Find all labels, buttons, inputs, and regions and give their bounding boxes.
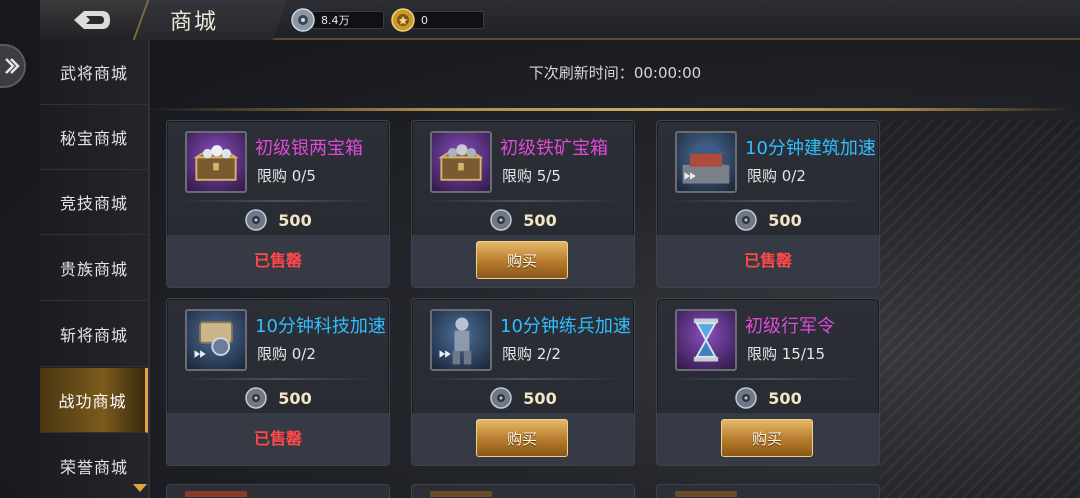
price-value: 500 [768, 210, 802, 230]
refresh-timer: 下次刷新时间：00:00:00 [150, 62, 1080, 90]
merit-coin-icon [245, 387, 268, 409]
scroll-down-arrow-icon[interactable] [132, 482, 148, 494]
sold-out-label: 已售罄 [743, 251, 792, 270]
sidebar-item-label: 秘宝商城 [59, 129, 128, 148]
item-price: 500 [657, 207, 879, 233]
card-action-area: 已售罄 [167, 413, 389, 465]
card-action-area: 已售罄 [167, 235, 389, 287]
shop-card: 10分钟练兵加速 限购 2/2 500 购买 [411, 298, 635, 466]
item-price: 500 [167, 207, 389, 233]
gold-amount: 0 [412, 11, 484, 29]
item-name: 10分钟练兵加速 [500, 316, 631, 337]
sidebar-item-arena-shop[interactable]: 竞技商城 [40, 170, 148, 235]
card-divider [424, 200, 622, 202]
shop-sidebar: 武将商城 秘宝商城 竞技商城 贵族商城 斩将商城 战功商城 荣誉商城 [40, 40, 150, 498]
price-value: 500 [523, 388, 557, 408]
refresh-label: 下次刷新时间： [528, 64, 634, 82]
sidebar-item-merit-shop[interactable]: 战功商城 [40, 368, 148, 433]
double-chevron-right-icon [5, 58, 20, 74]
item-name: 10分钟科技加速 [255, 316, 386, 337]
shop-card: 初级银两宝箱 限购 0/5 500 已售罄 [166, 120, 390, 288]
shop-card-partial [166, 484, 390, 498]
purchase-limit: 限购 15/15 [747, 345, 825, 363]
sidebar-item-label: 战功商城 [58, 392, 127, 411]
silver-amount: 8.4万 [312, 11, 384, 29]
item-name: 初级行军令 [745, 316, 835, 337]
shop-card-partial [656, 484, 880, 498]
gold-medal-icon [391, 8, 415, 32]
buy-button[interactable]: 购买 [476, 241, 568, 279]
gold-resource: 0 [390, 8, 484, 32]
shop-card-partial [411, 484, 635, 498]
shop-card: 初级铁矿宝箱 限购 5/5 500 购买 [411, 120, 635, 288]
price-value: 500 [278, 210, 312, 230]
sidebar-item-general-shop[interactable]: 武将商城 [40, 40, 148, 105]
item-icon-partial [675, 491, 737, 497]
purchase-limit: 限购 5/5 [502, 167, 561, 185]
sidebar-item-label: 斩将商城 [59, 326, 128, 345]
purchase-limit: 限购 0/2 [747, 167, 806, 185]
title-panel: 商城 [132, 0, 288, 40]
sidebar-item-label: 贵族商城 [59, 260, 128, 279]
purchase-limit: 限购 0/2 [257, 345, 316, 363]
price-value: 500 [278, 388, 312, 408]
item-price: 500 [167, 385, 389, 411]
item-icon-partial [430, 491, 492, 497]
sold-out-label: 已售罄 [253, 251, 302, 270]
building-speedup-icon[interactable] [675, 131, 737, 193]
back-arrow-icon [74, 11, 110, 29]
purchase-limit: 限购 0/5 [257, 167, 316, 185]
refresh-time: 00:00:00 [633, 64, 702, 82]
card-divider [669, 378, 867, 380]
card-divider [669, 200, 867, 202]
item-price: 500 [412, 207, 634, 233]
merit-coin-icon [490, 209, 513, 231]
sidebar-item-noble-shop[interactable]: 贵族商城 [40, 236, 148, 301]
card-action-area: 购买 [657, 413, 879, 465]
sidebar-item-label: 荣誉商城 [59, 458, 128, 477]
merit-coin-icon [735, 387, 758, 409]
item-price: 500 [412, 385, 634, 411]
item-name: 初级铁矿宝箱 [500, 138, 608, 159]
gold-divider [150, 108, 1080, 111]
iron-chest-icon[interactable] [430, 131, 492, 193]
purchase-limit: 限购 2/2 [502, 345, 561, 363]
sidebar-item-label: 武将商城 [59, 64, 128, 83]
sidebar-item-slay-shop[interactable]: 斩将商城 [40, 302, 148, 367]
silver-chest-icon[interactable] [185, 131, 247, 193]
item-name: 10分钟建筑加速 [745, 138, 876, 159]
silver-coin-icon [291, 8, 315, 32]
price-value: 500 [523, 210, 557, 230]
background-texture [880, 120, 1080, 498]
card-action-area: 已售罄 [657, 235, 879, 287]
card-action-area: 购买 [412, 235, 634, 287]
hourglass-icon[interactable] [675, 309, 737, 371]
merit-coin-icon [490, 387, 513, 409]
card-action-area: 购买 [412, 413, 634, 465]
merit-coin-icon [245, 209, 268, 231]
buy-button[interactable]: 购买 [721, 419, 813, 457]
shop-card: 10分钟建筑加速 限购 0/2 500 已售罄 [656, 120, 880, 288]
tech-speedup-icon[interactable] [185, 309, 247, 371]
price-value: 500 [768, 388, 802, 408]
sidebar-item-treasure-shop[interactable]: 秘宝商城 [40, 105, 148, 170]
silver-resource: 8.4万 [290, 8, 384, 32]
card-divider [179, 378, 377, 380]
training-speedup-icon[interactable] [430, 309, 492, 371]
shop-card: 10分钟科技加速 限购 0/2 500 已售罄 [166, 298, 390, 466]
item-price: 500 [657, 385, 879, 411]
item-icon-partial [185, 491, 247, 497]
page-title: 商城 [170, 10, 219, 35]
shop-card: 初级行军令 限购 15/15 500 购买 [656, 298, 880, 466]
sidebar-item-label: 竞技商城 [59, 194, 128, 213]
card-divider [179, 200, 377, 202]
buy-button[interactable]: 购买 [476, 419, 568, 457]
card-divider [424, 378, 622, 380]
merit-coin-icon [735, 209, 758, 231]
item-name: 初级银两宝箱 [255, 138, 363, 159]
sold-out-label: 已售罄 [253, 429, 302, 448]
